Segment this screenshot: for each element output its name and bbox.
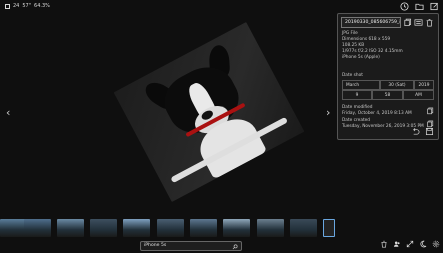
ampm-select[interactable]: AM xyxy=(403,90,434,100)
date-shot-editor: March 30 (Sat) 2019 9 58 AM xyxy=(342,80,434,100)
main-photo[interactable] xyxy=(113,22,305,202)
date-modified-value: Friday, October 4, 2019 8:13 AM xyxy=(342,111,412,116)
thumbnail[interactable] xyxy=(257,219,284,237)
thumbnail-strip xyxy=(0,216,443,238)
thumbnail[interactable] xyxy=(223,219,250,237)
date-modified: Date modified Friday, October 4, 2019 8:… xyxy=(342,105,412,117)
clock-icon[interactable] xyxy=(400,2,409,11)
previous-image-button[interactable]: ‹ xyxy=(6,106,10,119)
open-folder-icon[interactable] xyxy=(415,2,424,11)
delete-icon[interactable] xyxy=(425,18,434,27)
thumbnail[interactable] xyxy=(190,219,217,237)
thumbnail[interactable] xyxy=(123,219,150,237)
thumbnail[interactable] xyxy=(24,219,51,237)
filename-field[interactable]: 20190330_085606759_iOS xyxy=(341,17,401,28)
day-select[interactable]: 30 (Sat) xyxy=(380,80,414,90)
fullscreen-icon[interactable] xyxy=(406,240,414,248)
minute-select[interactable]: 58 xyxy=(372,90,403,100)
next-image-button[interactable]: › xyxy=(326,106,330,119)
trash-icon[interactable] xyxy=(380,240,388,248)
hour-select[interactable]: 9 xyxy=(342,90,372,100)
details-icon[interactable] xyxy=(414,18,423,27)
search-icon[interactable] xyxy=(232,244,238,250)
image-stats: 24 57" 64.3% xyxy=(5,3,50,9)
thumbnail[interactable] xyxy=(0,219,27,237)
info-panel: 20190330_085606759_iOS JPG File Dimensio… xyxy=(337,13,439,140)
image-count: 24 xyxy=(13,3,20,9)
file-metadata: JPG File Dimensions 618 x 559 108.25 KB … xyxy=(342,31,403,61)
search-input[interactable]: iPhone 5s xyxy=(144,243,166,248)
save-icon[interactable] xyxy=(425,127,434,136)
dark-mode-icon[interactable] xyxy=(419,240,427,248)
thumbnail[interactable] xyxy=(57,219,84,237)
top-bar: 24 57" 64.3% xyxy=(0,0,443,14)
duration: 57" xyxy=(22,3,32,9)
edit-icon[interactable] xyxy=(430,2,439,11)
settings-icon[interactable] xyxy=(432,240,440,248)
thumbnail[interactable] xyxy=(290,219,317,237)
thumbnail-selected[interactable] xyxy=(323,219,335,237)
search-box[interactable]: iPhone 5s xyxy=(140,241,242,251)
main-image-area[interactable] xyxy=(113,22,310,202)
image-count-icon xyxy=(5,3,10,9)
date-shot-label: Date shot xyxy=(342,73,363,78)
month-select[interactable]: March xyxy=(342,80,380,90)
people-icon[interactable] xyxy=(393,240,401,248)
thumbnail[interactable] xyxy=(90,219,117,237)
year-select[interactable]: 2019 xyxy=(414,80,434,90)
copy-icon[interactable] xyxy=(403,18,412,27)
thumbnail[interactable] xyxy=(157,219,184,237)
camera-model: iPhone 5s (Apple) xyxy=(342,55,380,60)
zoom-level: 64.3% xyxy=(34,3,50,9)
undo-icon[interactable] xyxy=(411,127,420,136)
copy-modified-date-icon[interactable] xyxy=(426,107,434,115)
